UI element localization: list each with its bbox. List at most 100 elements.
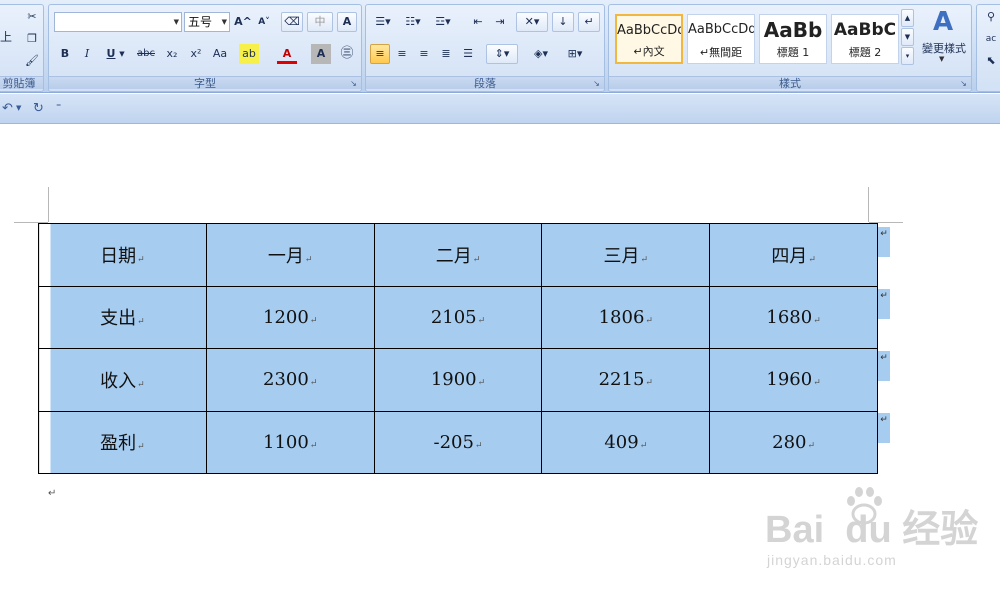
style-heading-1[interactable]: AaBb 標題 1 (759, 14, 827, 64)
format-painter-icon[interactable]: 🖌 (22, 51, 42, 71)
asian-layout-button[interactable]: ✕▾ (516, 12, 548, 32)
paste-button[interactable]: 上 (0, 27, 15, 57)
bold-button[interactable]: B (55, 44, 75, 64)
table-cell[interactable]: 1100↵ (205, 410, 375, 474)
style-sample: AaBbCcDd (617, 23, 683, 38)
paragraph-mark: ↵ (48, 488, 57, 499)
copy-icon[interactable]: ❐ (22, 29, 42, 49)
table-cell[interactable]: 日期↵ (38, 223, 207, 287)
table-cell[interactable]: 1200↵ (205, 285, 375, 349)
borders-button[interactable]: ⊞▾ (560, 44, 590, 64)
line-spacing-button[interactable]: ⇕▾ (486, 44, 518, 64)
change-case-button[interactable]: Aa (207, 44, 233, 64)
styles-scroll-up-icon[interactable]: ▲ (901, 9, 914, 27)
table-row: 支出↵ 1200↵ 2105↵ 1806↵ 1680↵ (38, 285, 878, 349)
align-center-button[interactable]: ≡ (392, 44, 412, 64)
change-styles-icon[interactable]: A (927, 7, 959, 37)
change-styles-dropdown-icon[interactable]: ▼ (939, 55, 944, 63)
font-dialog-launcher-icon[interactable]: ↘ (349, 79, 358, 88)
table-cell[interactable]: 280↵ (709, 410, 878, 474)
sort-button[interactable]: ↓ (552, 12, 574, 32)
font-size-combo[interactable]: 五号 ▼ (184, 12, 230, 32)
font-name-combo[interactable]: ▼ (54, 12, 182, 32)
bullets-button[interactable]: ☰▾ (370, 12, 396, 32)
table-cell[interactable]: 1680↵ (709, 285, 878, 349)
undo-icon[interactable]: ↶ (2, 101, 13, 116)
table-cell[interactable]: 2300↵ (205, 348, 375, 412)
superscript-button[interactable]: x² (185, 44, 207, 64)
char-border-button[interactable]: A (337, 12, 357, 32)
align-right-button[interactable]: ≡ (414, 44, 434, 64)
style-no-spacing[interactable]: AaBbCcDd ↵無間距 (687, 14, 755, 64)
watermark-logo-text: Bai du 经验 (765, 509, 979, 551)
numbering-button[interactable]: ☷▾ (400, 12, 426, 32)
replace-icon[interactable]: ac (981, 29, 1000, 49)
table-cell[interactable]: 三月↵ (541, 223, 711, 287)
table-cell[interactable]: -205↵ (373, 410, 543, 474)
row-end-mark: ↵ (878, 413, 890, 443)
table-cell[interactable]: 二月↵ (373, 223, 543, 287)
undo-dropdown-icon[interactable]: ▼ (16, 104, 21, 112)
styles-scroll-down-icon[interactable]: ▼ (901, 28, 914, 46)
font-color-button[interactable]: A (277, 44, 297, 64)
style-normal[interactable]: AaBbCcDd ↵內文 (615, 14, 683, 64)
change-styles-label[interactable]: 變更樣式 (917, 40, 971, 56)
styles-more-icon[interactable]: ▾ (901, 47, 914, 65)
table-cell[interactable]: 盈利↵ (38, 410, 207, 474)
highlight-color-icon[interactable]: ab (239, 44, 259, 64)
table-cell[interactable]: 支出↵ (38, 285, 207, 349)
data-table: 日期↵ 一月↵ 二月↵ 三月↵ 四月↵ 支出↵ 1200↵ 2105↵ 1806… (38, 223, 878, 474)
table-cell[interactable]: 409↵ (541, 410, 711, 474)
paragraph-dialog-launcher-icon[interactable]: ↘ (592, 79, 601, 88)
table-cell[interactable]: 四月↵ (709, 223, 878, 287)
table-cell[interactable]: 2105↵ (373, 285, 543, 349)
italic-button[interactable]: I (77, 44, 97, 64)
style-sample: AaBbC (833, 20, 897, 40)
char-shading-button[interactable]: A (311, 44, 331, 64)
paragraph-group: ☰▾ ☷▾ ☲▾ ⇤ ⇥ ✕▾ ↓ ↵ ≡ ≡ ≡ ≣ ☰ ⇕▾ ◈▾ ⊞▾ 段… (365, 4, 605, 92)
grow-font-button[interactable]: A^ (233, 12, 253, 32)
margin-mark-right-vertical (868, 187, 869, 222)
style-sample: AaBb (763, 18, 823, 42)
margin-mark-left-vertical (48, 187, 49, 222)
cut-icon[interactable]: ✂ (22, 7, 42, 27)
table-row: 日期↵ 一月↵ 二月↵ 三月↵ 四月↵ (38, 223, 878, 287)
table-cell[interactable]: 1806↵ (541, 285, 711, 349)
table-cell[interactable]: 1900↵ (373, 348, 543, 412)
style-heading-2[interactable]: AaBbC 標題 2 (831, 14, 899, 64)
style-name: ↵內文 (633, 45, 665, 58)
clipboard-group: 上 ✂ ❐ 🖌 剪貼簿 (0, 4, 44, 92)
redo-icon[interactable]: ↻ (33, 101, 44, 116)
distributed-button[interactable]: ☰ (458, 44, 478, 64)
justify-button[interactable]: ≣ (436, 44, 456, 64)
editing-group: ⚲ ac ⬉ (976, 4, 1000, 92)
baidu-jingyan-watermark: Bai du 经验 jingyan.baidu.com (765, 487, 978, 580)
style-sample: AaBbCcDd (688, 22, 755, 37)
align-left-button[interactable]: ≡ (370, 44, 390, 64)
decrease-indent-button[interactable]: ⇤ (468, 12, 488, 32)
shrink-font-button[interactable]: A˅ (254, 12, 274, 32)
clipboard-group-label: 剪貼簿 (0, 76, 43, 90)
increase-indent-button[interactable]: ⇥ (490, 12, 510, 32)
table-cell[interactable]: 收入↵ (38, 348, 207, 412)
phonetic-guide-button[interactable]: 中 (307, 12, 333, 32)
row-end-mark: ↵ (878, 289, 890, 319)
styles-group-label: 樣式 (609, 76, 971, 90)
show-marks-button[interactable]: ↵ (578, 12, 600, 32)
customize-qat-icon[interactable]: ⁼ (56, 102, 61, 113)
select-icon[interactable]: ⬉ (981, 51, 1000, 71)
styles-group: AaBbCcDd ↵內文 AaBbCcDd ↵無間距 AaBb 標題 1 AaB… (608, 4, 972, 92)
table-cell[interactable]: 2215↵ (541, 348, 711, 412)
clear-format-button[interactable]: ⌫ (281, 12, 303, 32)
font-group: ▼ 五号 ▼ A^ A˅ ⌫ 中 A B I U ▼ abc x₂ x² Aa a… (48, 4, 362, 92)
enclose-characters-button[interactable]: ㊂ (337, 44, 357, 64)
underline-dropdown-icon[interactable]: ▼ (117, 44, 127, 64)
table-cell[interactable]: 1960↵ (709, 348, 878, 412)
shading-button[interactable]: ◈▾ (526, 44, 556, 64)
strikethrough-button[interactable]: abc (133, 44, 159, 64)
table-cell[interactable]: 一月↵ (205, 223, 375, 287)
multilevel-list-button[interactable]: ☲▾ (430, 12, 456, 32)
styles-dialog-launcher-icon[interactable]: ↘ (959, 79, 968, 88)
find-icon[interactable]: ⚲ (981, 7, 1000, 27)
subscript-button[interactable]: x₂ (161, 44, 183, 64)
